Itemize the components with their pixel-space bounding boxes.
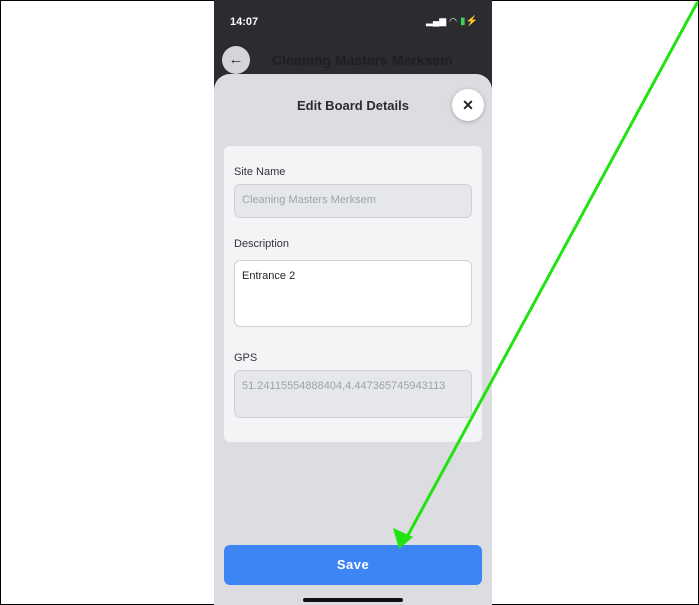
annotation-arrow-icon xyxy=(393,1,699,549)
